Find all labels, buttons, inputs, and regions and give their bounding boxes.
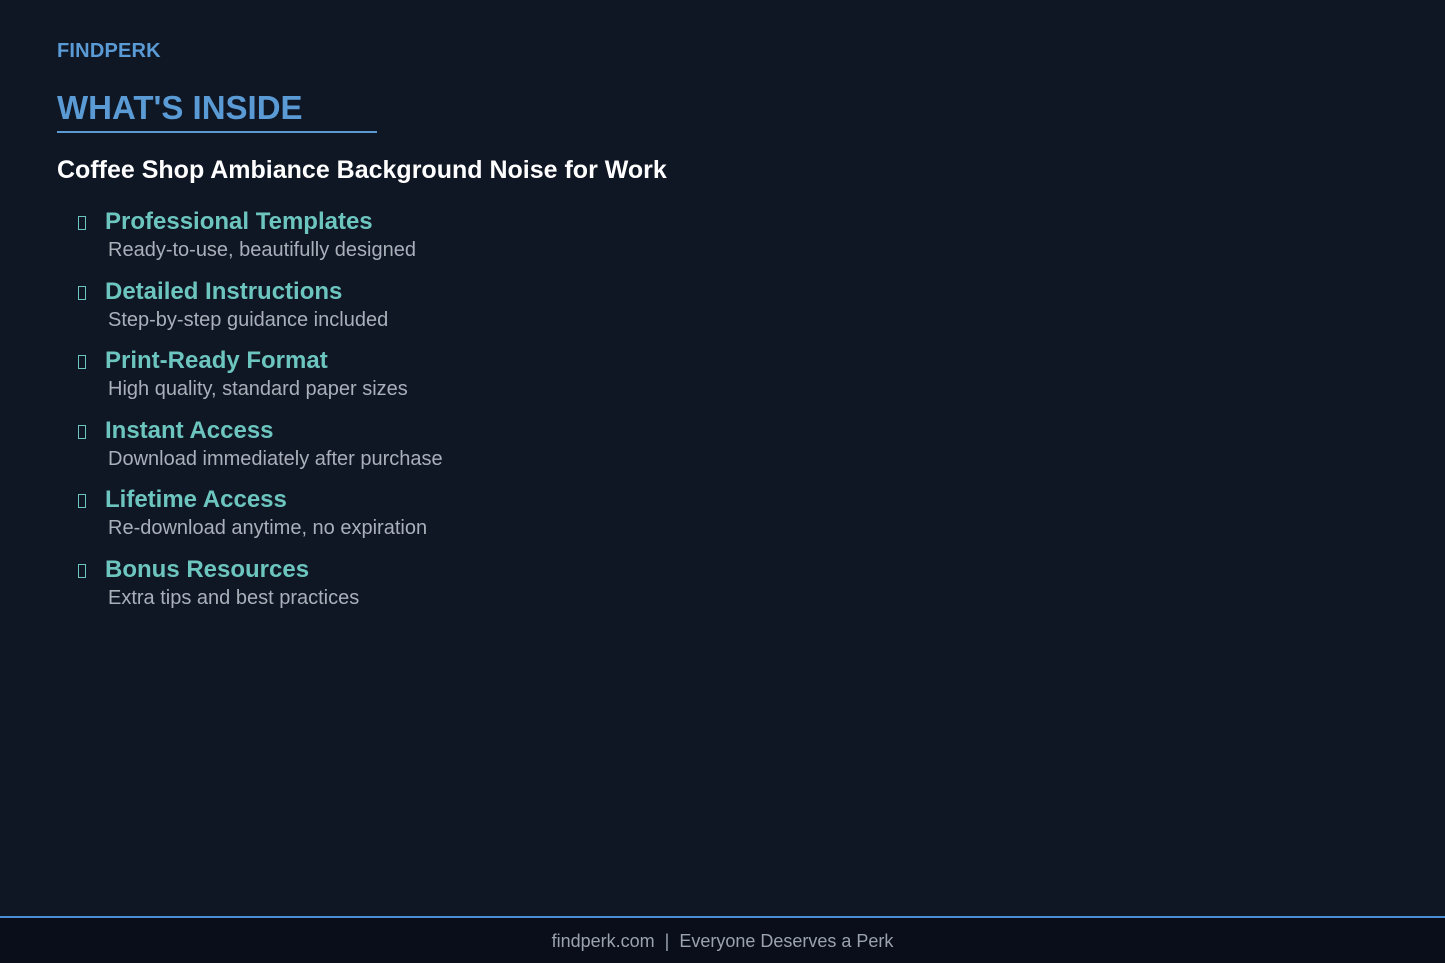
feature-title: Print-Ready Format (105, 347, 328, 375)
checkbox-icon (78, 355, 86, 370)
product-title: Coffee Shop Ambiance Background Noise fo… (57, 156, 667, 184)
checkbox-icon (78, 563, 86, 578)
feature-description: Step-by-step guidance included (108, 308, 389, 331)
checkbox-icon (78, 216, 86, 230)
feature-description: High quality, standard paper sizes (108, 378, 408, 401)
feature-description: Extra tips and best practices (108, 586, 360, 609)
feature-description: Download immediately after purchase (108, 447, 443, 470)
footer-site-link[interactable]: findperk.com (552, 931, 655, 951)
feature-title: Instant Access (105, 416, 274, 444)
main-content: FINDPERK WHAT'S INSIDE Coffee Shop Ambia… (0, 0, 1445, 916)
feature-title: Professional Templates (105, 208, 373, 235)
feature-description: Re-download anytime, no expiration (108, 517, 428, 540)
section-title: WHAT'S INSIDE (57, 89, 303, 126)
brand-logo: FINDPERK (57, 40, 161, 62)
footer-separator: | (664, 931, 670, 951)
feature-title: Bonus Resources (105, 555, 310, 583)
feature-title: Detailed Instructions (105, 277, 343, 305)
feature-description: Ready-to-use, beautifully designed (108, 239, 416, 261)
footer-tagline: Everyone Deserves a Perk (679, 931, 894, 951)
checkbox-icon (78, 285, 86, 300)
footer-text: findperk.com | Everyone Deserves a Perk (552, 930, 894, 952)
title-underline (57, 131, 377, 133)
checkbox-icon (78, 424, 86, 439)
feature-title: Lifetime Access (105, 486, 287, 514)
footer: findperk.com | Everyone Deserves a Perk (0, 916, 1445, 963)
checkbox-icon (78, 494, 86, 509)
